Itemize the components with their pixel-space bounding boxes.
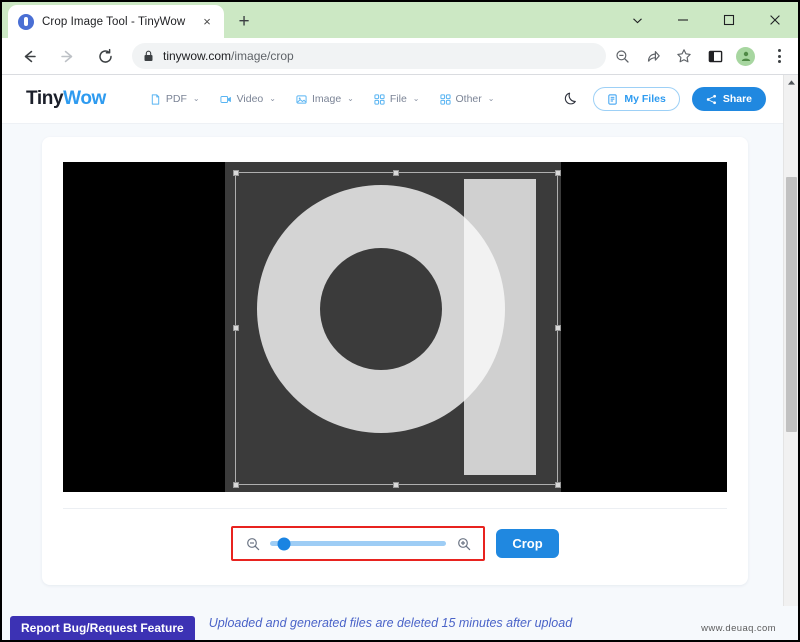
url-host: tinywow.com [163, 49, 232, 63]
share-nodes-icon [706, 94, 717, 105]
zoom-slider[interactable] [270, 537, 447, 550]
address-bar[interactable]: tinywow.com/image/crop [132, 43, 606, 69]
nav-label-video: Video [236, 93, 264, 105]
browser-tab-strip: Crop Image Tool - TinyWow × + [2, 2, 798, 38]
back-arrow-icon[interactable] [15, 42, 43, 70]
nav-label-other: Other [455, 93, 482, 105]
chevron-down-icon: ⌄ [192, 94, 200, 103]
share-page-icon[interactable] [643, 46, 663, 66]
star-icon[interactable] [674, 46, 694, 66]
tab-title: Crop Image Tool - TinyWow [42, 15, 186, 28]
three-dot-menu-icon[interactable] [768, 44, 790, 68]
tab-search-chevron-down-icon[interactable] [614, 2, 660, 38]
watermark-text: www.deuaq.com [701, 623, 776, 634]
magnifier-plus-icon[interactable] [456, 536, 471, 551]
pdf-icon [150, 93, 161, 105]
new-tab-button[interactable]: + [230, 7, 258, 35]
crop-handle-n[interactable] [393, 169, 399, 176]
nav-label-file: File [389, 93, 407, 105]
crop-tool-card: Crop [42, 137, 748, 585]
zoom-slider-thumb[interactable] [277, 537, 291, 550]
window-controls [614, 2, 798, 38]
forward-arrow-icon[interactable] [53, 42, 81, 70]
zoom-slider-highlight [231, 526, 486, 561]
image-icon [296, 94, 307, 105]
logo-tiny: Tiny [26, 88, 64, 109]
scrollbar-thumb[interactable] [786, 177, 797, 432]
logo-wow: Wow [63, 88, 106, 109]
moon-icon[interactable] [561, 89, 581, 109]
page-scrollbar[interactable] [783, 75, 798, 640]
nav-item-other[interactable]: Other ⌄ [439, 93, 495, 105]
site-logo[interactable]: TinyWow [26, 88, 106, 110]
browser-toolbar: tinywow.com/image/crop [2, 38, 798, 75]
nav-label-pdf: PDF [165, 93, 187, 105]
my-files-label: My Files [624, 93, 666, 105]
crop-selection-box[interactable] [232, 169, 561, 488]
nav-label-image: Image [311, 93, 342, 105]
nav-item-image[interactable]: Image ⌄ [296, 93, 354, 105]
minimize-icon[interactable] [660, 2, 706, 38]
url-text: tinywow.com/image/crop [163, 49, 596, 63]
page-viewport: TinyWow PDF ⌄ Video ⌄ Image ⌄ File ⌄ Oth… [2, 75, 798, 640]
browser-tab[interactable]: Crop Image Tool - TinyWow × [8, 5, 224, 38]
chevron-down-icon: ⌄ [347, 94, 354, 103]
crop-handle-e[interactable] [554, 325, 561, 331]
crop-handle-ne[interactable] [554, 169, 561, 176]
my-files-button[interactable]: My Files [593, 87, 680, 111]
page-footer: Report Bug/Request Feature Uploaded and … [2, 606, 798, 640]
scroll-up-arrow-icon[interactable] [784, 75, 798, 90]
crop-handle-sw[interactable] [232, 481, 239, 488]
url-path: /image/crop [231, 49, 294, 63]
close-tab-icon[interactable]: × [198, 13, 216, 31]
lock-icon [142, 50, 155, 63]
crop-handle-s[interactable] [393, 481, 399, 488]
maximize-icon[interactable] [706, 2, 752, 38]
file-deletion-notice: Uploaded and generated files are deleted… [208, 616, 573, 630]
main-content: Crop [2, 124, 798, 585]
nav-item-file[interactable]: File ⌄ [374, 93, 420, 105]
side-panel-icon[interactable] [705, 46, 725, 66]
reload-icon[interactable] [91, 42, 119, 70]
chevron-down-icon: ⌄ [487, 94, 495, 103]
file-icon [374, 93, 385, 105]
nav-item-video[interactable]: Video ⌄ [220, 93, 276, 105]
share-button[interactable]: Share [691, 87, 766, 111]
chevron-down-icon: ⌄ [269, 94, 276, 103]
other-icon [439, 93, 451, 105]
video-icon [220, 94, 232, 105]
crop-handle-w[interactable] [232, 325, 239, 331]
magnifier-minus-icon[interactable] [245, 536, 260, 551]
crop-button[interactable]: Crop [496, 529, 559, 558]
site-nav-menu: PDF ⌄ Video ⌄ Image ⌄ File ⌄ Other ⌄ [150, 93, 495, 105]
image-canvas[interactable] [63, 162, 727, 492]
nav-item-pdf[interactable]: PDF ⌄ [150, 93, 200, 105]
browser-window: Crop Image Tool - TinyWow × + tinywow.co… [0, 0, 800, 642]
header-actions: My Files Share [561, 87, 766, 111]
toolbar-icons [612, 44, 790, 68]
chevron-down-icon: ⌄ [412, 94, 420, 103]
report-bug-button[interactable]: Report Bug/Request Feature [10, 616, 195, 640]
document-icon [607, 93, 618, 105]
crop-handle-se[interactable] [554, 481, 561, 488]
close-window-icon[interactable] [752, 2, 798, 38]
zoom-out-indicator-icon[interactable] [612, 46, 632, 66]
crop-handle-nw[interactable] [232, 169, 239, 176]
share-label: Share [722, 93, 752, 105]
crop-toolbar: Crop [63, 508, 727, 561]
tinywow-favicon-icon [18, 13, 34, 30]
site-header: TinyWow PDF ⌄ Video ⌄ Image ⌄ File ⌄ Oth… [2, 75, 783, 124]
profile-avatar[interactable] [736, 46, 755, 66]
